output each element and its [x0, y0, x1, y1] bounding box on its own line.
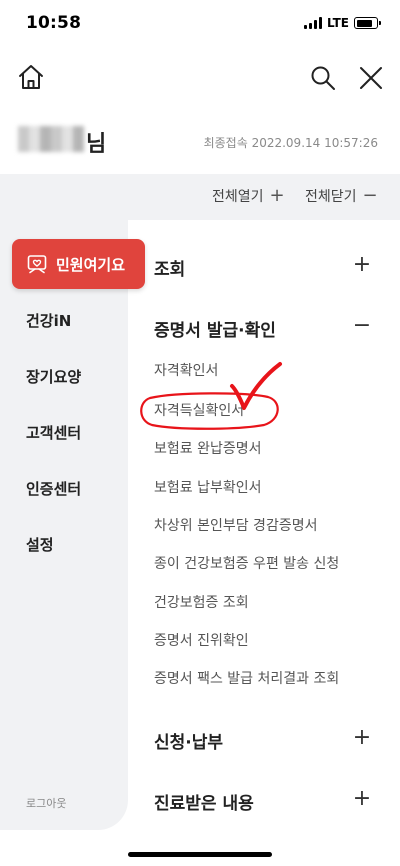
submenu-item[interactable]: 자격확인서: [154, 360, 218, 380]
search-button[interactable]: [309, 64, 337, 92]
sidebar-item-customer-center[interactable]: 고객센터: [26, 422, 81, 443]
section-certificates-toggle[interactable]: −: [352, 315, 372, 337]
heart-hand-icon: [27, 255, 47, 274]
section-certificates[interactable]: 증명서 발급·확인: [154, 316, 276, 341]
sidebar-item-civil-service[interactable]: 민원여기요: [12, 239, 145, 289]
minus-icon: −: [362, 185, 378, 206]
status-bar: 10:58 LTE: [0, 0, 400, 48]
section-inquiry-toggle[interactable]: +: [352, 254, 372, 276]
section-inquiry[interactable]: 조회: [154, 255, 185, 280]
home-indicator: [128, 852, 272, 857]
submenu-item[interactable]: 종이 건강보험증 우편 발송 신청: [154, 553, 339, 573]
battery-icon: [354, 17, 381, 29]
expand-all-label: 전체열기: [212, 189, 264, 205]
expand-all-button[interactable]: 전체열기 +: [212, 186, 285, 206]
section-treatment-history[interactable]: 진료받은 내용: [154, 789, 254, 814]
collapse-all-button[interactable]: 전체닫기 −: [305, 186, 378, 206]
annotation-checkmark: [230, 362, 282, 410]
sidebar-item-auth-center[interactable]: 인증센터: [26, 478, 81, 499]
sidebar-item-settings[interactable]: 설정: [26, 534, 54, 555]
home-button[interactable]: [16, 62, 46, 92]
sidebar-item-health-in[interactable]: 건강iN: [26, 310, 71, 331]
signal-icon: [303, 17, 322, 29]
status-time: 10:58: [26, 13, 82, 33]
network-label: LTE: [326, 16, 349, 30]
submenu-item[interactable]: 보험료 납부확인서: [154, 477, 262, 497]
submenu-item[interactable]: 차상위 본인부담 경감증명서: [154, 515, 317, 535]
logout-link[interactable]: 로그아웃: [26, 795, 66, 811]
close-icon: [360, 67, 382, 89]
user-honorific: 님: [86, 132, 107, 157]
plus-icon: +: [269, 185, 285, 206]
close-button[interactable]: [357, 64, 385, 92]
submenu-item[interactable]: 보험료 완납증명서: [154, 438, 262, 458]
submenu-item[interactable]: 건강보험증 조회: [154, 592, 249, 612]
section-apply-pay-toggle[interactable]: +: [352, 727, 372, 749]
sidebar-active-label: 민원여기요: [56, 255, 126, 274]
search-icon: [311, 66, 335, 90]
collapse-all-label: 전체닫기: [305, 189, 357, 205]
user-name-blurred: [18, 126, 84, 152]
sidebar-item-long-term-care[interactable]: 장기요양: [26, 366, 81, 387]
status-indicators: LTE: [303, 16, 381, 30]
last-login-text: 최종접속 2022.09.14 10:57:26: [203, 136, 378, 150]
home-icon: [19, 65, 43, 89]
submenu-item[interactable]: 증명서 팩스 발급 처리결과 조회: [154, 668, 339, 688]
submenu-item[interactable]: 증명서 진위확인: [154, 630, 249, 650]
section-apply-pay[interactable]: 신청·납부: [154, 728, 223, 753]
section-treatment-history-toggle[interactable]: +: [352, 788, 372, 810]
